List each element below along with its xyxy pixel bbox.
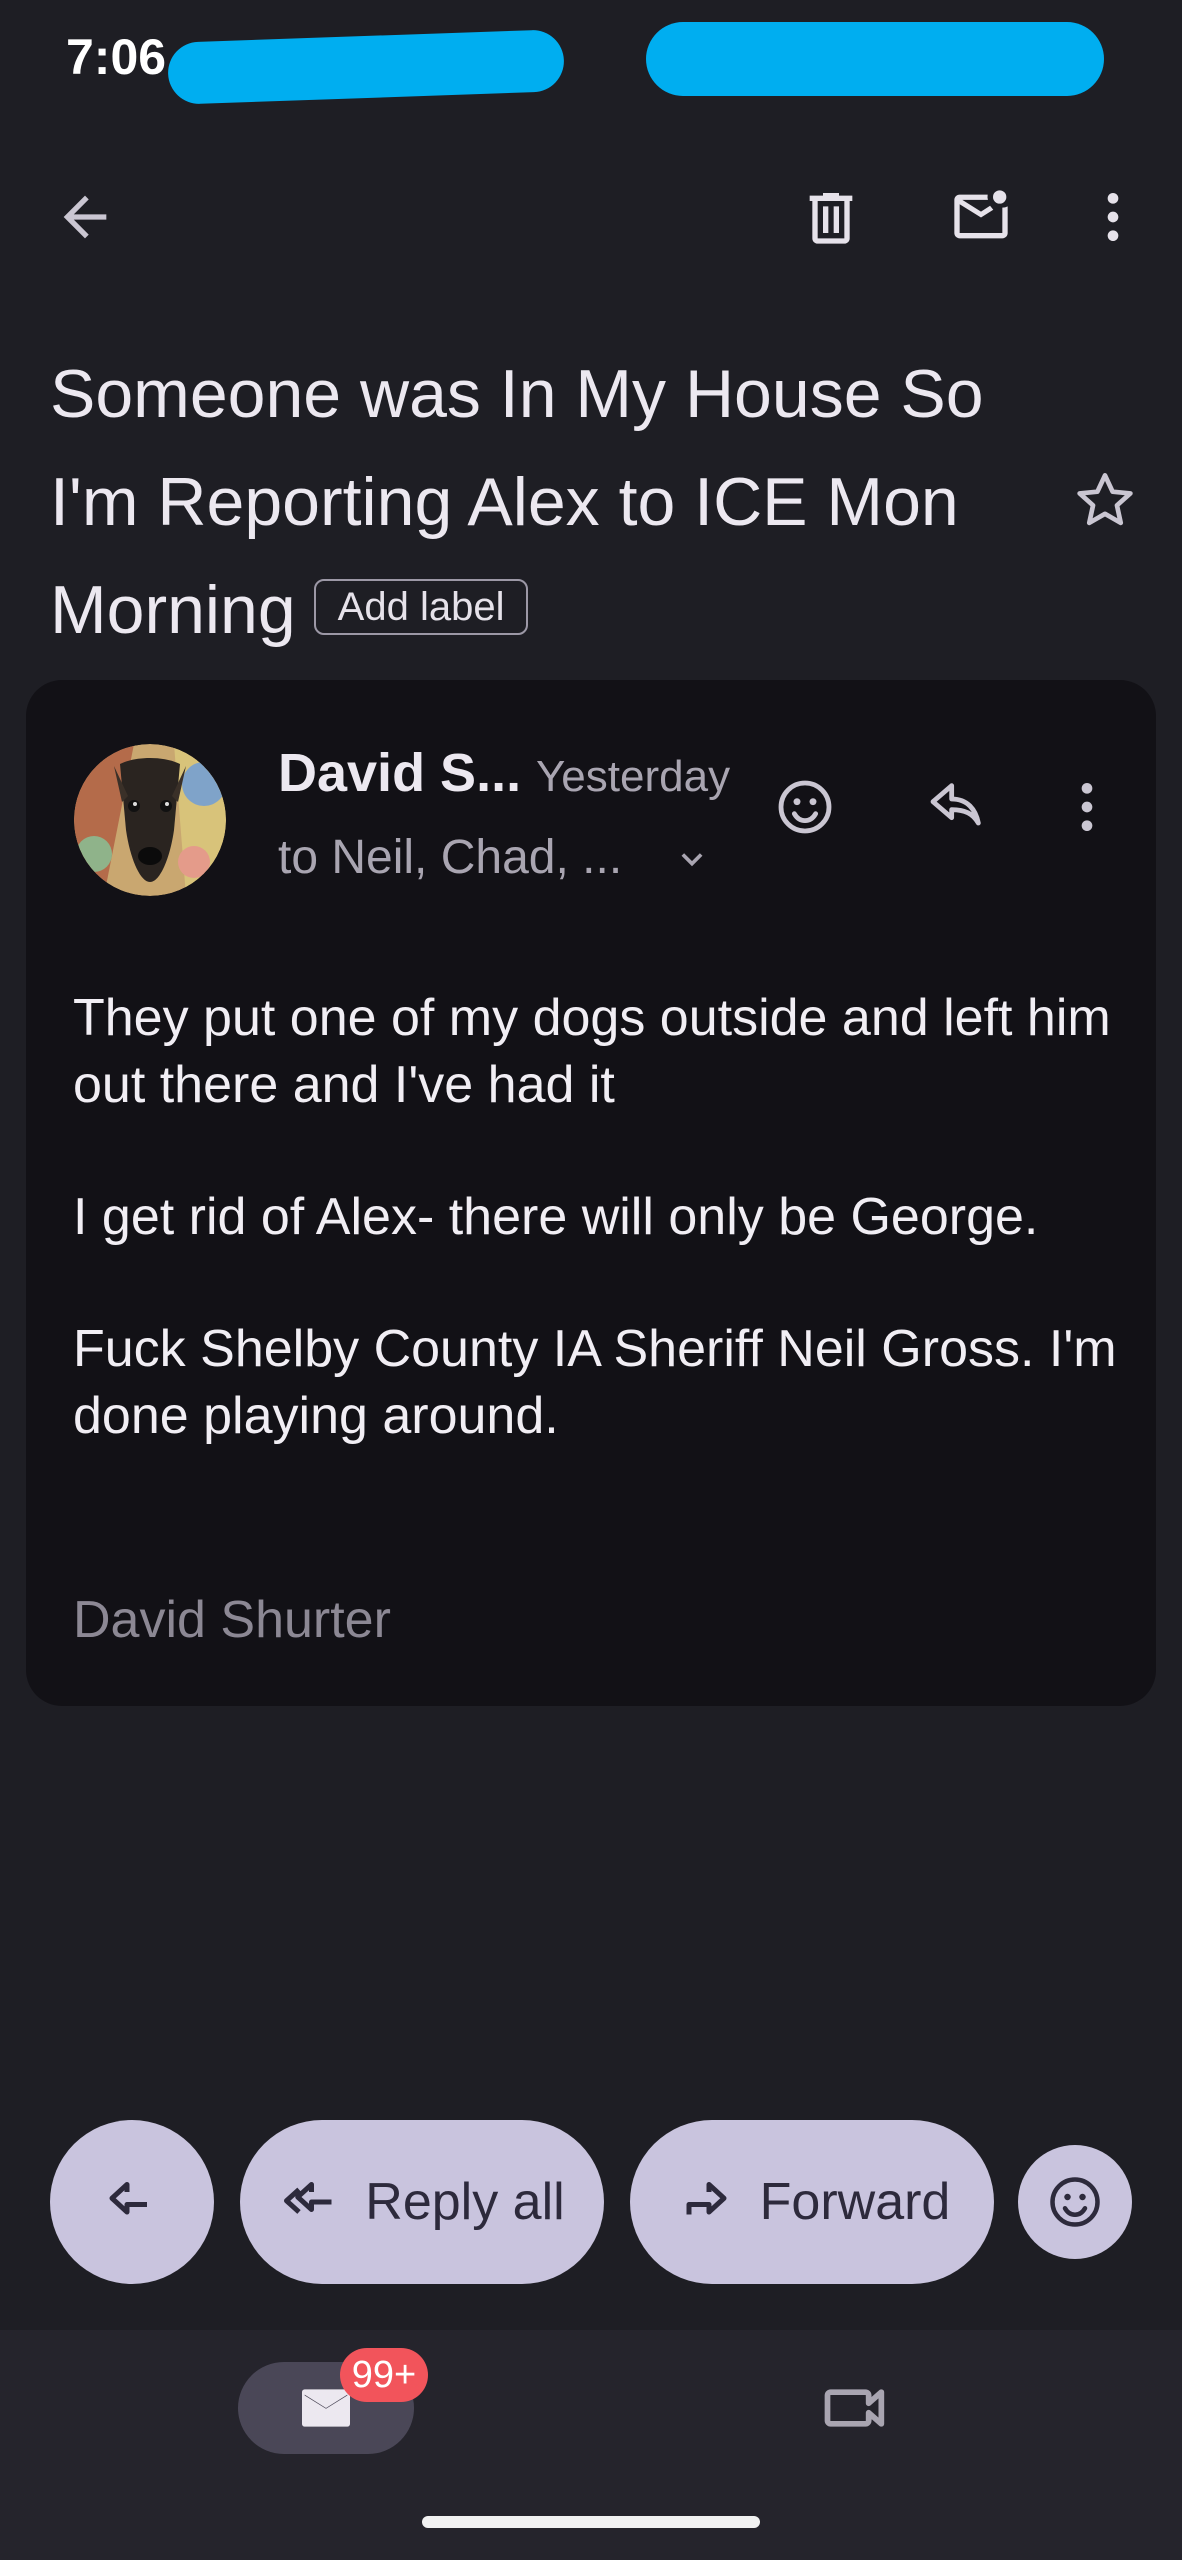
message-date: Yesterday	[536, 752, 731, 801]
mark-unread-icon	[954, 190, 1008, 239]
reply-pill-button[interactable]	[50, 2120, 214, 2284]
message-more-button[interactable]	[1042, 762, 1132, 852]
add-label-button[interactable]: Add label	[313, 579, 529, 636]
more-options-button[interactable]	[1068, 172, 1158, 262]
reply-all-button[interactable]: Reply all	[240, 2120, 604, 2284]
chevron-down-icon	[681, 853, 703, 867]
star-outline-icon	[1077, 473, 1133, 526]
body-paragraph: They put one of my dogs outside and left…	[73, 989, 1111, 1114]
home-indicator[interactable]	[422, 2516, 760, 2528]
sender-name[interactable]: David S...	[278, 742, 521, 804]
sender-avatar[interactable]	[74, 744, 226, 896]
reply-icon	[109, 2182, 147, 2215]
expand-details-button[interactable]	[670, 838, 714, 887]
email-subject: Someone was In My House So I'm Reporting…	[50, 340, 1020, 664]
star-button[interactable]	[1062, 458, 1148, 544]
back-button[interactable]	[40, 172, 130, 262]
forward-label: Forward	[759, 2173, 951, 2231]
emoji-icon	[1050, 2177, 1100, 2227]
emoji-icon	[778, 780, 832, 834]
reply-button[interactable]	[912, 762, 1002, 852]
forward-icon	[686, 2182, 727, 2215]
signature: David Shurter	[73, 1591, 391, 1649]
more-vert-icon	[1081, 783, 1093, 831]
forward-button[interactable]: Forward	[630, 2120, 994, 2284]
dog-avatar-image	[74, 744, 226, 896]
redaction-right	[646, 22, 1104, 96]
add-reaction-button[interactable]	[760, 762, 850, 852]
recipients-summary[interactable]: to Neil, Chad, ...	[278, 830, 622, 885]
redaction-left	[167, 29, 565, 105]
meet-tab[interactable]	[818, 2370, 894, 2451]
body-paragraph: I get rid of Alex- there will only be Ge…	[73, 1188, 1039, 1246]
body-paragraph: Fuck Shelby County IA Sheriff Neil Gross…	[73, 1320, 1117, 1445]
unread-count-badge: 99+	[340, 2348, 428, 2402]
delete-icon	[809, 193, 853, 244]
reply-icon	[930, 783, 981, 826]
emoji-reaction-button[interactable]	[1018, 2145, 1132, 2259]
message-body: They put one of my dogs outside and left…	[73, 985, 1133, 1515]
video-camera-icon	[824, 2389, 885, 2427]
status-time: 7:06	[66, 29, 167, 85]
mark-unread-button[interactable]	[936, 172, 1026, 262]
arrow-back-icon	[63, 195, 107, 239]
more-vert-icon	[1107, 193, 1119, 241]
reply-all-icon	[284, 2182, 332, 2214]
delete-button[interactable]	[786, 172, 876, 262]
reply-all-label: Reply all	[365, 2173, 565, 2231]
